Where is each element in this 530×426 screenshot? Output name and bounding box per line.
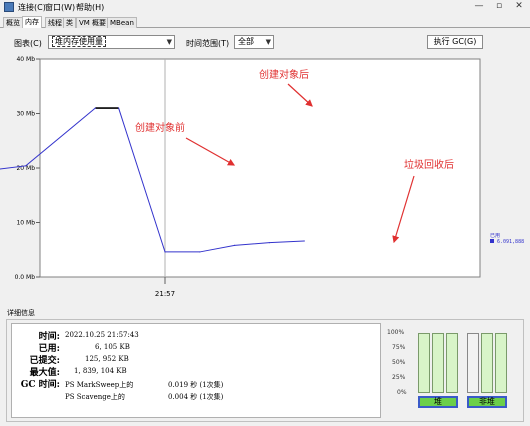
nonheap-button[interactable]: 非堆 — [467, 396, 507, 408]
close-icon[interactable]: ✕ — [510, 0, 528, 13]
x-tick-label: 21:57 — [155, 290, 175, 298]
heap-pool-bar[interactable] — [418, 333, 430, 393]
heap-chart: 40 Mb 30 Mb 20 Mb 10 Mb 0.0 Mb 21:57 创建对象后 创建… — [0, 54, 530, 304]
nonheap-pool-bar[interactable] — [495, 333, 507, 393]
range-select[interactable]: 全部 ▼ — [234, 35, 274, 49]
range-select-value: 全部 — [238, 37, 254, 46]
chevron-down-icon: ▼ — [166, 38, 172, 46]
maximize-icon[interactable]: ▫ — [490, 0, 508, 13]
y-tick-label: 40 Mb — [16, 56, 35, 63]
data-point — [94, 107, 96, 109]
annotation-label: 创建对象后 — [259, 68, 309, 81]
legend-value: 6.091,888 — [497, 239, 524, 245]
time-value: 2022.10.25 21:57:43 — [65, 331, 139, 339]
nonheap-pool-bar[interactable] — [467, 333, 479, 393]
memory-toolbar: 图表(C) 堆内存使用量 ▼ 时间范围(T) 全部 ▼ 执行 GC(G) — [0, 32, 530, 52]
gc-row-name: PS MarkSweep上的 — [65, 381, 134, 389]
data-point — [164, 251, 166, 253]
y-tick-label: 0.0 Mb — [15, 274, 36, 281]
tab-overview[interactable]: 概览 — [3, 17, 23, 28]
details-panel: 时间: 2022.10.25 21:57:43 已用: 6, 105 KB 已提… — [6, 319, 524, 422]
menu-window[interactable]: 窗口(W) — [45, 2, 75, 13]
pct-label: 25% — [392, 374, 406, 381]
annotation-label: 垃圾回收后 — [404, 158, 454, 171]
committed-value: 125, 952 KB — [85, 355, 129, 363]
chevron-down-icon: ▼ — [265, 38, 271, 46]
tab-bar: 概览 内存 线程 类 VM 概要 MBean — [0, 16, 530, 28]
gc-time-label: GC 时间: — [20, 380, 60, 390]
y-tick-label: 30 Mb — [16, 111, 35, 118]
heap-pool-bar[interactable] — [446, 333, 458, 393]
memory-pool-bars: 100% 75% 50% 25% 0% 堆 非堆 — [385, 323, 521, 419]
chart-select[interactable]: 堆内存使用量 ▼ — [48, 35, 175, 49]
tab-mbean[interactable]: MBean — [107, 17, 137, 28]
gc-row-time: 0.019 秒 (1次集) — [168, 381, 224, 389]
pct-label: 50% — [392, 359, 406, 366]
heap-pool-bar[interactable] — [432, 333, 444, 393]
max-value: 1, 839, 104 KB — [74, 367, 127, 375]
nonheap-pool-bar[interactable] — [481, 333, 493, 393]
details-title: 详细信息 — [7, 309, 35, 317]
data-point — [303, 240, 305, 242]
menu-help[interactable]: 帮助(H) — [76, 2, 104, 13]
chart-label: 图表(C) — [14, 39, 42, 48]
chart-select-value: 堆内存使用量 — [52, 36, 106, 47]
data-point — [118, 107, 120, 109]
legend: 已用 6.091,888 — [490, 233, 524, 245]
data-point — [25, 165, 27, 167]
menu-connect[interactable]: 连接(C) — [18, 2, 46, 13]
gc-row-time: 0.004 秒 (1次集) — [168, 393, 224, 401]
app-icon — [4, 2, 14, 12]
minimize-icon[interactable]: — — [470, 0, 488, 13]
heap-button[interactable]: 堆 — [418, 396, 458, 408]
tab-classes[interactable]: 类 — [63, 17, 76, 28]
tab-threads[interactable]: 线程 — [45, 17, 65, 28]
menu-bar: 连接(C) 窗口(W) 帮助(H) — ▫ ✕ — [0, 0, 530, 14]
pct-label: 0% — [397, 389, 407, 396]
pct-label: 75% — [392, 344, 406, 351]
pct-label: 100% — [387, 329, 405, 336]
range-label: 时间范围(T) — [186, 39, 230, 48]
data-point — [199, 251, 201, 253]
annotation-label: 创建对象前 — [135, 121, 185, 134]
details-box: 时间: 2022.10.25 21:57:43 已用: 6, 105 KB 已提… — [11, 323, 381, 418]
gc-row-name: PS Scavenge上的 — [65, 393, 125, 401]
tab-vm-summary[interactable]: VM 概要 — [76, 17, 110, 28]
y-tick-label: 10 Mb — [16, 220, 35, 227]
tab-memory[interactable]: 内存 — [22, 16, 42, 28]
data-point — [268, 242, 270, 244]
y-axis: 40 Mb30 Mb20 Mb10 Mb0.0 Mb — [15, 56, 40, 281]
data-point — [234, 244, 236, 246]
heap-chart-svg: 40 Mb30 Mb20 Mb10 Mb0.0 Mb 21:57 创建对象后创建… — [0, 56, 524, 298]
used-value: 6, 105 KB — [95, 343, 130, 351]
legend-swatch — [490, 239, 494, 243]
gc-button[interactable]: 执行 GC(G) — [427, 35, 483, 49]
